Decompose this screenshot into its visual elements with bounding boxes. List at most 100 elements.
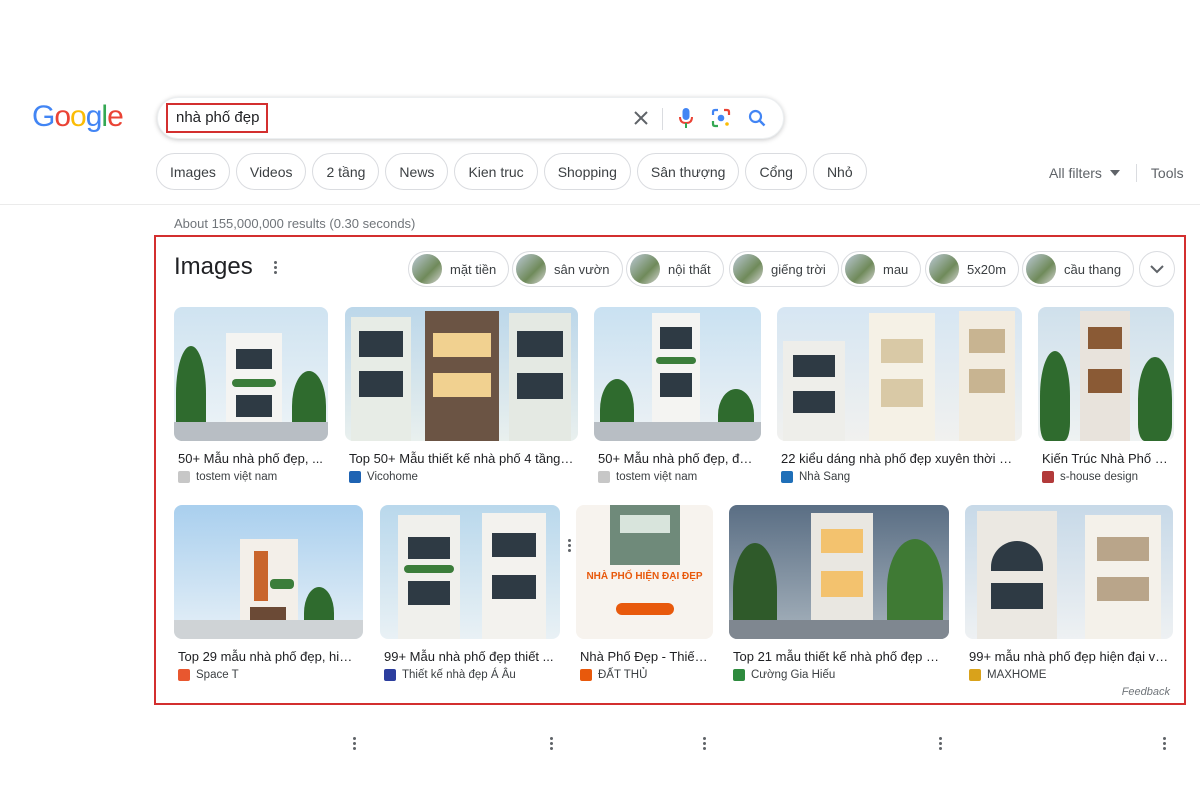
source-name: Cường Gia Hiếu: [751, 669, 836, 681]
refine-chip-san-vuon[interactable]: sân vườn: [512, 251, 623, 287]
refine-chip-gieng-troi[interactable]: giếng trời: [729, 251, 839, 287]
refine-chip-mau[interactable]: mau: [841, 251, 922, 287]
house-thumbnail[interactable]: [777, 307, 1022, 441]
source-name: Nhà Sang: [799, 471, 851, 483]
image-caption[interactable]: Nhà Phố Đẹp - Thiết ...: [576, 649, 713, 664]
image-caption[interactable]: Top 21 mẫu thiết kế nhà phố đẹp hi...: [729, 649, 949, 664]
chip-news[interactable]: News: [385, 153, 449, 190]
chip-san-thuong[interactable]: Sân thượng: [636, 153, 740, 190]
tools-button[interactable]: Tools: [1151, 165, 1184, 181]
expand-refinements-button[interactable]: [1139, 251, 1175, 287]
house-shape: [610, 505, 680, 565]
image-source[interactable]: tostem việt nam: [174, 471, 328, 483]
image-result[interactable]: Top 50+ Mẫu thiết kế nhà phố 4 tầng ... …: [345, 307, 578, 552]
image-caption[interactable]: 22 kiểu dáng nhà phố đẹp xuyên thời gi..…: [777, 451, 1022, 466]
more-vert-icon[interactable]: [272, 261, 278, 277]
filters-separator: [1135, 164, 1137, 182]
image-caption[interactable]: 50+ Mẫu nhà phố đẹp, ...: [174, 451, 328, 466]
cta-badge: [616, 603, 674, 615]
search-icon[interactable]: [746, 107, 768, 129]
refine-chip-5x20m[interactable]: 5x20m: [925, 251, 1020, 287]
image-result[interactable]: 99+ Mẫu nhà phố đẹp thiết ... Thiết kế n…: [380, 505, 560, 750]
refine-thumbnail: [516, 254, 546, 284]
image-caption[interactable]: Top 29 mẫu nhà phố đẹp, hiện...: [174, 649, 363, 664]
ground-shape: [594, 422, 761, 441]
close-icon[interactable]: [630, 107, 652, 129]
house-thumbnail[interactable]: [174, 505, 363, 639]
refine-chip-noi-that[interactable]: nội thất: [626, 251, 724, 287]
google-logo[interactable]: Google: [32, 100, 124, 134]
house-thumbnail[interactable]: NHÀ PHỐ HIỆN ĐẠI ĐẸP: [576, 505, 713, 639]
house-thumbnail[interactable]: [345, 307, 578, 441]
house-thumbnail[interactable]: [965, 505, 1173, 639]
image-result[interactable]: Top 21 mẫu thiết kế nhà phố đẹp hi... Cư…: [729, 505, 949, 750]
lens-icon[interactable]: [710, 107, 732, 129]
image-source[interactable]: Space T: [174, 669, 363, 681]
planter-shape: [404, 565, 454, 573]
refine-label: cầu thang: [1064, 261, 1122, 277]
house-thumbnail[interactable]: [380, 505, 560, 639]
source-name: s-house design: [1060, 471, 1138, 483]
source-name: ĐẤT THỦ: [598, 669, 648, 681]
window-shape: [1088, 327, 1122, 349]
house-thumbnail[interactable]: [1038, 307, 1174, 441]
more-vert-icon[interactable]: [550, 737, 554, 751]
window-shape: [821, 529, 863, 553]
window-shape: [793, 355, 835, 377]
image-source[interactable]: Nhà Sang: [777, 471, 1022, 483]
refine-chip-mat-tien[interactable]: mặt tiền: [408, 251, 510, 287]
image-result[interactable]: Kiến Trúc Nhà Phố Đ... s-house design: [1038, 307, 1174, 552]
more-vert-icon[interactable]: [353, 737, 357, 751]
chip-images[interactable]: Images: [156, 153, 230, 190]
more-vert-icon[interactable]: [1163, 737, 1167, 751]
search-box[interactable]: nhà phố đẹp: [157, 97, 784, 139]
image-caption[interactable]: 50+ Mẫu nhà phố đẹp, đơ...: [594, 451, 761, 466]
image-source[interactable]: Cường Gia Hiếu: [729, 669, 949, 681]
image-caption[interactable]: Top 50+ Mẫu thiết kế nhà phố 4 tầng ...: [345, 451, 578, 466]
refine-label: giếng trời: [771, 261, 826, 277]
more-vert-icon[interactable]: [939, 737, 943, 751]
image-result[interactable]: Top 29 mẫu nhà phố đẹp, hiện... Space T: [174, 505, 363, 750]
image-caption[interactable]: 99+ mẫu nhà phố đẹp hiện đại và ...: [965, 649, 1173, 664]
favicon-icon: [598, 471, 610, 483]
image-source[interactable]: s-house design: [1038, 471, 1174, 483]
house-thumbnail[interactable]: [174, 307, 328, 441]
house-thumbnail[interactable]: [729, 505, 949, 639]
more-vert-icon[interactable]: [703, 737, 707, 751]
house-shape: [1085, 515, 1161, 639]
image-result[interactable]: 99+ mẫu nhà phố đẹp hiện đại và ... MAXH…: [965, 505, 1173, 750]
chip-videos[interactable]: Videos: [235, 153, 307, 190]
microphone-icon[interactable]: [675, 107, 697, 129]
house-shape: [351, 317, 411, 441]
image-result[interactable]: 22 kiểu dáng nhà phố đẹp xuyên thời gi..…: [777, 307, 1022, 552]
planter-shape: [270, 579, 294, 589]
chip-2-tang[interactable]: 2 tầng: [312, 153, 380, 190]
search-input[interactable]: nhà phố đẹp: [176, 109, 259, 126]
image-result[interactable]: NHÀ PHỐ HIỆN ĐẠI ĐẸP Nhà Phố Đẹp - Thiết…: [576, 505, 713, 750]
image-source[interactable]: ĐẤT THỦ: [576, 669, 713, 681]
image-source[interactable]: MAXHOME: [965, 669, 1173, 681]
chip-kien-truc[interactable]: Kien truc: [454, 153, 538, 190]
refine-thumbnail: [929, 254, 959, 284]
more-vert-icon[interactable]: [568, 539, 572, 553]
image-result[interactable]: 50+ Mẫu nhà phố đẹp, ... tostem việt nam: [174, 307, 328, 552]
image-source[interactable]: Vicohome: [345, 471, 578, 483]
window-shape: [620, 515, 670, 533]
chip-nho[interactable]: Nhỏ: [812, 153, 867, 190]
image-caption[interactable]: Kiến Trúc Nhà Phố Đ...: [1038, 451, 1174, 466]
all-filters-button[interactable]: All filters: [1049, 165, 1102, 181]
refine-chip-cau-thang[interactable]: cầu thang: [1022, 251, 1135, 287]
source-name: Space T: [196, 669, 239, 681]
feedback-link[interactable]: Feedback: [1122, 686, 1170, 698]
house-thumbnail[interactable]: [594, 307, 761, 441]
image-result[interactable]: 50+ Mẫu nhà phố đẹp, đơ... tostem việt n…: [594, 307, 761, 552]
chip-shopping[interactable]: Shopping: [543, 153, 631, 190]
caret-down-icon[interactable]: [1109, 170, 1120, 176]
window-shape: [881, 339, 923, 363]
chip-cong[interactable]: Cổng: [745, 153, 807, 190]
image-caption[interactable]: 99+ Mẫu nhà phố đẹp thiết ...: [380, 649, 560, 664]
image-source[interactable]: tostem việt nam: [594, 471, 761, 483]
house-shape: [398, 515, 460, 639]
image-source[interactable]: Thiết kế nhà đẹp Á Âu: [380, 669, 560, 681]
refine-label: 5x20m: [967, 261, 1007, 277]
